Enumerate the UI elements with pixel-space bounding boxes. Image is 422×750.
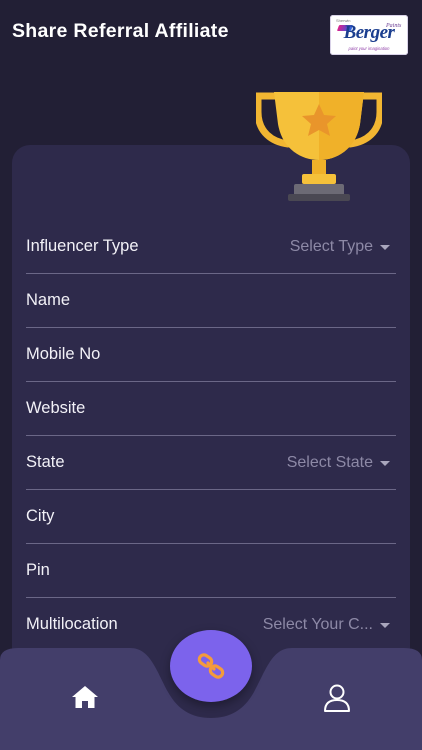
influencer-type-label: Influencer Type	[26, 237, 139, 255]
link-icon	[197, 653, 225, 679]
caret-down-icon	[380, 460, 390, 466]
city-field[interactable]: City	[26, 491, 396, 544]
mobile-label: Mobile No	[26, 345, 101, 363]
influencer-type-select[interactable]: Select Type	[290, 238, 390, 256]
city-label: City	[26, 507, 55, 525]
pin-field[interactable]: Pin	[26, 545, 396, 598]
multilocation-field[interactable]: Multilocation Select Your C...	[26, 599, 396, 629]
state-label: State	[26, 453, 65, 471]
multilocation-select-text: Select Your C...	[262, 616, 373, 629]
multilocation-select[interactable]: Select Your C...	[263, 616, 390, 629]
mobile-field[interactable]: Mobile No	[26, 329, 396, 382]
pin-label: Pin	[26, 561, 50, 579]
website-field[interactable]: Website	[26, 383, 396, 436]
app-header: Share Referral Affiliate Sherwin Berger …	[0, 0, 422, 70]
logo-sub: Paints	[386, 23, 402, 29]
state-select-text: Select State	[286, 454, 373, 471]
website-label: Website	[26, 399, 86, 417]
state-select[interactable]: Select State	[287, 454, 390, 472]
name-field[interactable]: Name	[26, 275, 396, 328]
name-label: Name	[26, 291, 71, 309]
share-link-button[interactable]	[170, 630, 252, 702]
referral-form: Influencer Type Select Type Name Mobile …	[26, 221, 396, 629]
caret-down-icon	[380, 244, 390, 250]
user-icon[interactable]	[323, 683, 351, 713]
trophy-icon	[256, 92, 382, 201]
brand-logo: Sherwin Berger Paints paint your imagina…	[330, 15, 408, 55]
logo-tagline: paint your imagination	[348, 46, 390, 51]
caret-down-icon	[380, 622, 390, 628]
page-title: Share Referral Affiliate	[12, 20, 229, 42]
influencer-type-field[interactable]: Influencer Type Select Type	[26, 221, 396, 274]
home-icon[interactable]	[70, 684, 100, 710]
multilocation-label: Multilocation	[26, 615, 118, 629]
state-field[interactable]: State Select State	[26, 437, 396, 490]
influencer-type-select-text: Select Type	[289, 238, 373, 255]
